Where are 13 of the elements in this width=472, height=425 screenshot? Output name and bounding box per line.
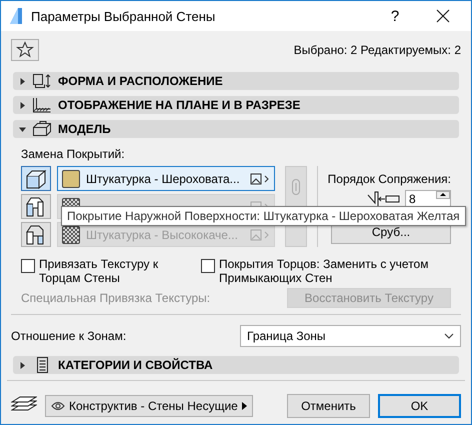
section-title: МОДЕЛЬ	[58, 122, 111, 136]
window-title: Параметры Выбранной Стены	[31, 8, 216, 24]
surfaces-label: Замена Покрытий:	[21, 147, 125, 161]
tooltip: Покрытие Наружной Поверхности: Штукатурка - Шероховатая Желтая	[61, 206, 466, 226]
checkbox-label: Покрытия Торцов: Заменить с учетом Примыкающих Стен	[219, 257, 430, 285]
checkbox-label: Привязать Текстуру к Торцам Стены	[39, 257, 160, 285]
section-title: КАТЕГОРИИ И СВОЙСТВА	[58, 358, 213, 372]
zones-label: Отношение к Зонам:	[11, 329, 126, 343]
section-title: ОТОБРАЖЕНИЕ НА ПЛАНЕ И В РАЗРЕЗЕ	[58, 98, 300, 112]
priority-label: Порядок Сопряжения:	[328, 172, 451, 186]
section-title: ФОРМА И РАСПОЛОЖЕНИЕ	[58, 74, 223, 88]
selection-count: Выбрано: 2 Редактируемых: 2	[294, 43, 461, 57]
texture-label: Специальная Привязка Текстуры:	[21, 291, 210, 305]
